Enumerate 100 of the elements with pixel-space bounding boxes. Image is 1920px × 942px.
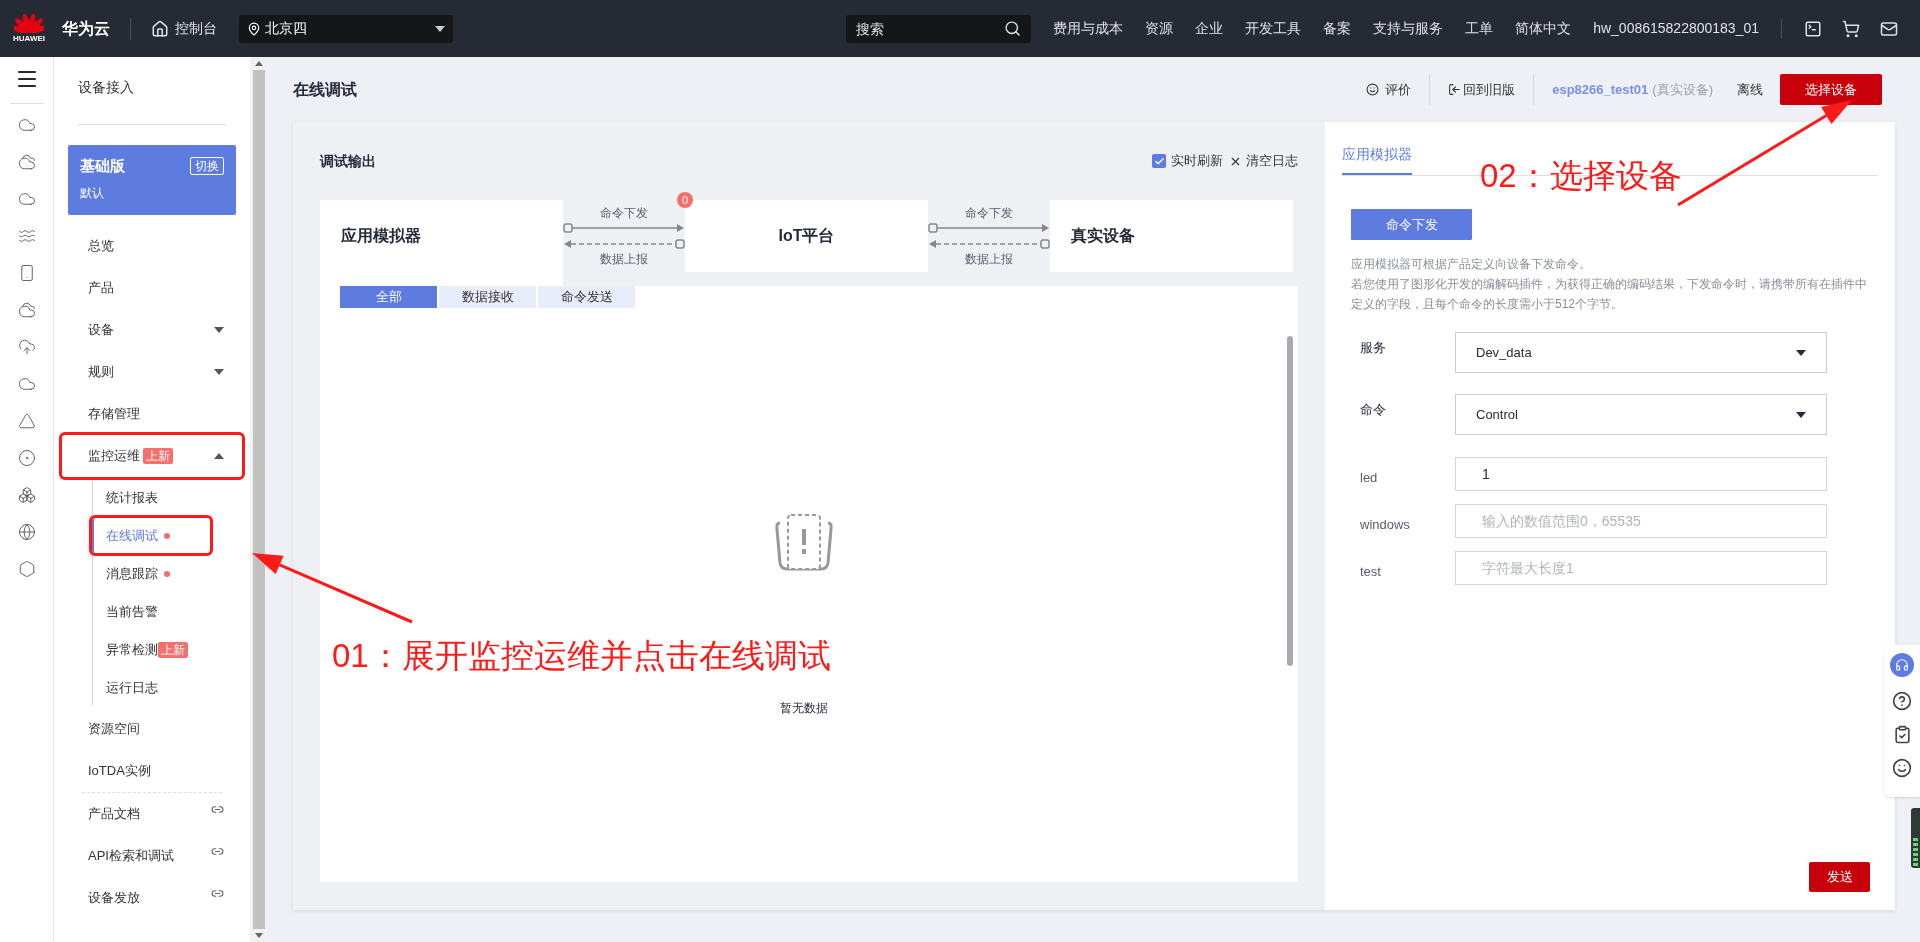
log-scrollbar[interactable] — [1287, 336, 1293, 666]
field-label: test — [1359, 562, 1382, 581]
smile-icon[interactable] — [1892, 758, 1912, 778]
select-field[interactable]: Control — [1455, 394, 1827, 435]
edition-card[interactable]: 基础版 切换 默认 — [68, 145, 236, 215]
headset-icon[interactable] — [1890, 653, 1914, 677]
link-label: 命令下发 — [965, 205, 1013, 222]
nav-subitem[interactable]: 运行日志 — [92, 670, 210, 705]
checkbox[interactable] — [1152, 154, 1166, 168]
clear-log-button[interactable]: 清空日志 — [1229, 151, 1298, 171]
simulator-tab[interactable]: 应用模拟器 — [1342, 144, 1412, 175]
select-field[interactable]: Dev_data — [1455, 332, 1827, 373]
empty-state-icon — [773, 513, 834, 571]
cloud-icon[interactable] — [17, 153, 36, 171]
user-account[interactable]: hw_008615822800183_01 — [1593, 18, 1759, 39]
logo-text: HUAWEI — [13, 32, 45, 45]
top-menu-item[interactable]: 费用与成本 — [1053, 18, 1124, 39]
field-label: 命令 — [1359, 401, 1387, 419]
rate-link[interactable]: 评价 — [1366, 79, 1412, 100]
field-label: led — [1359, 468, 1379, 487]
top-menu-item[interactable]: 资源 — [1145, 18, 1174, 39]
home-icon — [151, 19, 169, 38]
top-menu-item[interactable]: 开发工具 — [1245, 18, 1302, 39]
cloud-icon[interactable] — [17, 301, 36, 319]
region-dropdown[interactable]: 北京四 — [239, 14, 453, 43]
switch-button[interactable]: 切换 — [190, 157, 224, 176]
nav-item[interactable]: 存储管理 — [62, 393, 242, 435]
cloud-icon[interactable] — [17, 375, 36, 393]
cloud-icon[interactable] — [17, 116, 36, 134]
nav-item[interactable]: 设备发放 — [62, 877, 242, 919]
nav-subitem[interactable]: 当前告警 — [92, 594, 210, 629]
nav-scrollbar[interactable] — [250, 57, 268, 942]
checklist-icon[interactable] — [1892, 725, 1912, 744]
caret-icon — [435, 25, 445, 32]
nav-item[interactable]: 设备 — [62, 309, 242, 351]
command-button[interactable]: 命令下发 — [1351, 209, 1472, 240]
filter-tab[interactable]: 命令发送 — [538, 286, 635, 308]
annotation-text: 01：展开监控运维并点击在线调试 — [332, 636, 831, 676]
help-icon[interactable] — [1892, 691, 1912, 711]
search-icon[interactable] — [1004, 19, 1022, 37]
filter-tab[interactable]: 全部 — [340, 286, 437, 308]
nav-item[interactable]: 规则 — [62, 351, 242, 393]
edition-note: 默认 — [80, 184, 105, 202]
filter-tab[interactable]: 数据接收 — [439, 286, 536, 308]
nav-title: 设备接入 — [77, 78, 135, 97]
new-badge: 上新 — [158, 641, 188, 658]
nav-item[interactable]: IoTDA实例 — [62, 750, 242, 792]
nav-subitem[interactable]: 统计报表 — [92, 480, 210, 515]
link-label: 数据上报 — [600, 251, 648, 268]
node-label: 应用模拟器 — [341, 226, 421, 246]
field-label: windows — [1359, 515, 1411, 534]
nav-label: 产品 — [88, 279, 114, 298]
cart-icon[interactable] — [1842, 19, 1860, 38]
top-menu-item[interactable]: 备案 — [1323, 18, 1352, 39]
nav-item[interactable]: 资源空间 — [62, 708, 242, 750]
send-button[interactable]: 发送 — [1809, 862, 1870, 892]
input-field[interactable]: 1 — [1455, 456, 1827, 491]
caret-icon — [214, 369, 224, 375]
console-link[interactable]: 控制台 — [151, 18, 217, 39]
checkbox-label: 实时刷新 — [1171, 152, 1223, 171]
search-field[interactable]: 搜索 — [846, 14, 1032, 43]
top-menu-item[interactable]: 工单 — [1465, 18, 1494, 39]
nav-item[interactable]: 监控运维 上新 — [62, 435, 242, 477]
nav-subitem[interactable]: 在线调试 — [92, 518, 210, 553]
nav-item[interactable]: 总览 — [62, 225, 242, 267]
select-device-button[interactable]: 选择设备 — [1780, 74, 1882, 105]
nav-item[interactable]: 产品 — [62, 267, 242, 309]
terminal-icon[interactable] — [1804, 19, 1822, 38]
wave-icon[interactable] — [17, 227, 36, 245]
input-field[interactable]: 输入的数值范围0，65535 — [1455, 503, 1827, 538]
nav-item[interactable]: 产品文档 — [62, 793, 242, 835]
nav-item[interactable]: API检索和调试 — [62, 835, 242, 877]
circle-icon[interactable] — [17, 449, 36, 467]
nav-label: 当前告警 — [106, 602, 158, 621]
input-field[interactable]: 字符最大长度1 — [1455, 550, 1827, 585]
cloud-icon[interactable] — [17, 190, 36, 208]
level-meter — [1911, 808, 1920, 868]
description-text: 应用模拟器可根据产品定义向设备下发命令。 — [1351, 256, 1592, 273]
nav-label: 设备发放 — [88, 889, 140, 908]
old-version-link[interactable]: 回到旧版 — [1448, 79, 1516, 100]
nav-label: 总览 — [88, 237, 114, 256]
mail-icon[interactable] — [1880, 19, 1898, 38]
hexagon-icon[interactable] — [17, 560, 36, 578]
top-menu-item[interactable]: 简体中文 — [1515, 18, 1572, 39]
nav-label: IoTDA实例 — [88, 762, 151, 781]
triangle-icon[interactable] — [17, 412, 36, 430]
nav-label: 设备 — [88, 321, 114, 340]
boxes-icon[interactable] — [17, 486, 36, 504]
nav-subitem[interactable]: 消息跟踪 — [92, 556, 210, 591]
nav-label: 产品文档 — [88, 805, 140, 824]
globe-icon[interactable] — [17, 523, 36, 541]
scroll-up-icon[interactable] — [255, 61, 263, 66]
cloud-upload-icon[interactable] — [17, 338, 36, 356]
back-icon — [1448, 83, 1462, 96]
nav-subitem[interactable]: 异常检测 上新 — [92, 632, 210, 667]
top-menu-item[interactable]: 企业 — [1195, 18, 1224, 39]
annotation-text: 02：选择设备 — [1480, 156, 1682, 196]
top-menu-item[interactable]: 支持与服务 — [1373, 18, 1444, 39]
brand-name: 华为云 — [62, 18, 110, 39]
scroll-down-icon[interactable] — [255, 933, 263, 938]
